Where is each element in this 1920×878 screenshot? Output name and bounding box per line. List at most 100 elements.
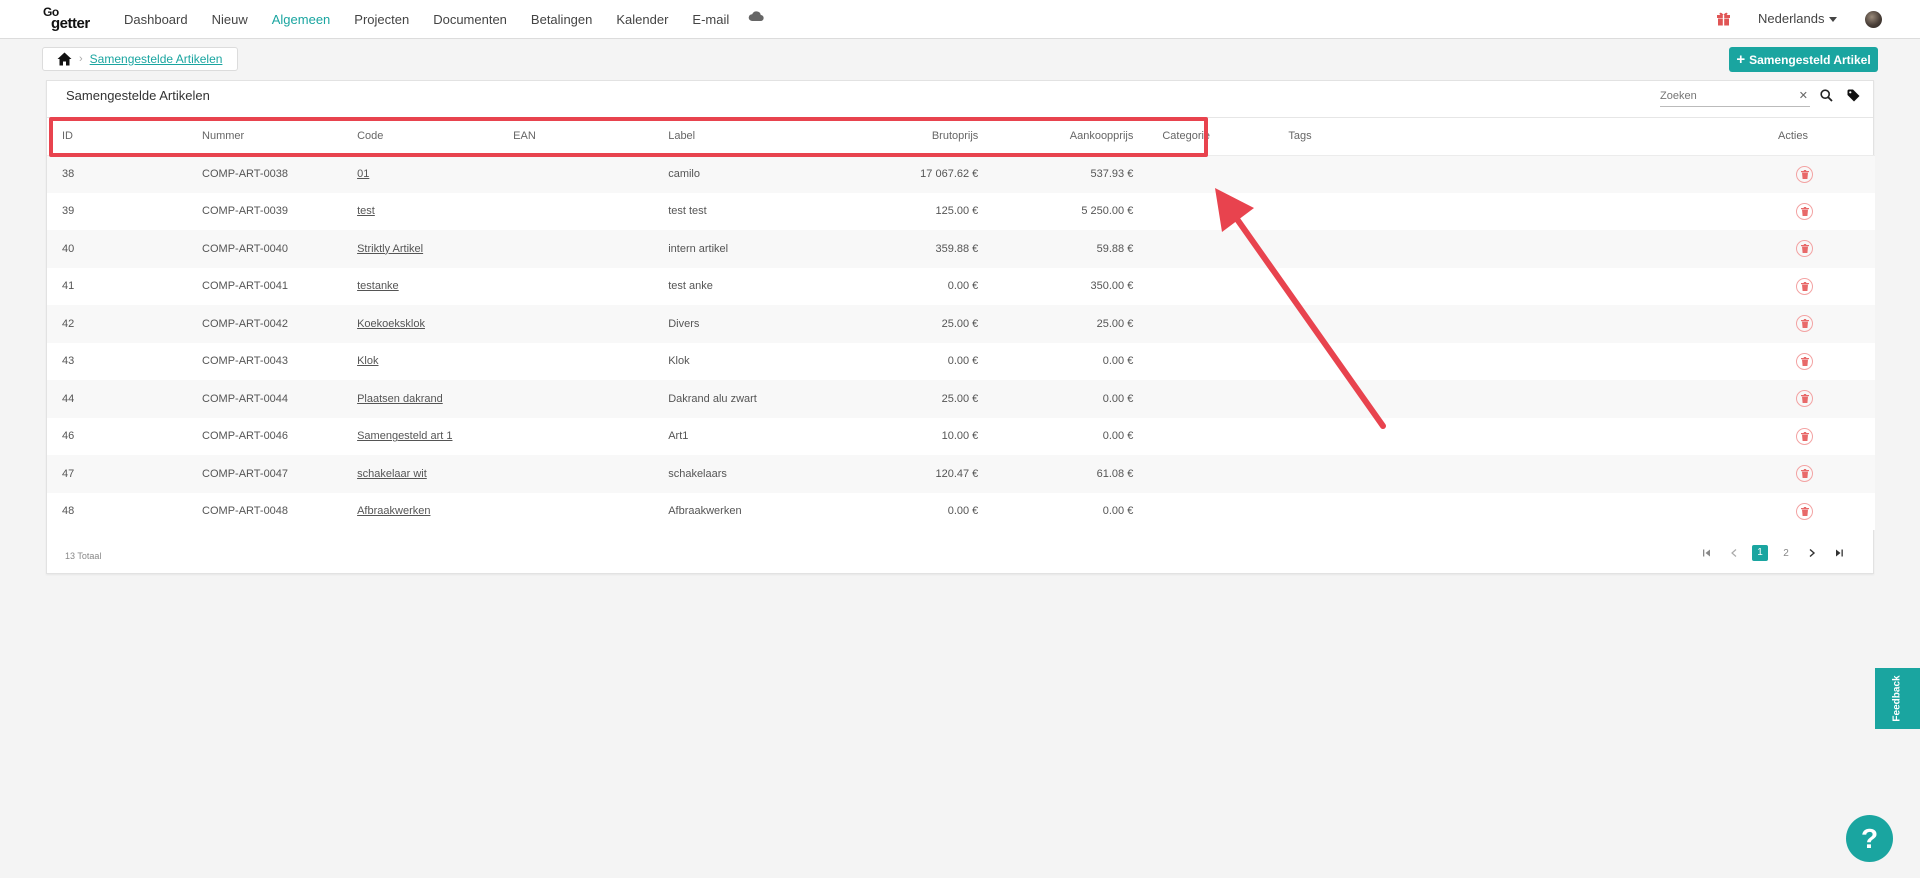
add-samengesteld-artikel-button[interactable]: + Samengesteld Artikel [1729,47,1878,72]
delete-button[interactable] [1796,315,1814,333]
cell-categorie [1133,417,1289,455]
delete-button[interactable] [1796,277,1814,295]
article-code-link[interactable]: 01 [357,168,369,180]
home-icon[interactable] [57,52,72,66]
help-button[interactable]: ? [1846,815,1893,862]
delete-button[interactable] [1796,502,1814,520]
table-row[interactable]: 44 COMP-ART-0044 Plaatsen dakrand Dakrand a… [47,380,1875,418]
cell-id: 44 [47,380,203,418]
cell-nummer: COMP-ART-0039 [202,192,358,230]
cell-label: camilo [668,155,824,193]
cell-categorie [1133,267,1289,305]
table-row[interactable]: 47 COMP-ART-0047 schakelaar wit schakelaars… [47,455,1875,493]
cell-aankoopprijs: 61.08 € [978,455,1134,493]
nav-item-dashboard[interactable]: Dashboard [124,12,188,27]
feedback-tab[interactable]: Feedback [1875,668,1920,729]
gogetter-logo[interactable]: Go getter [43,6,99,32]
first-page-icon[interactable] [1695,548,1721,558]
clear-search-icon[interactable]: ✕ [1799,89,1808,102]
card-title: Samengestelde Artikelen [66,88,210,103]
cell-id: 42 [47,305,203,343]
nav-item-betalingen[interactable]: Betalingen [531,12,592,27]
trash-icon [1800,319,1809,329]
delete-button[interactable] [1796,465,1814,483]
col-header-id[interactable]: ID [47,118,203,156]
cell-brutoprijs: 0.00 € [823,492,979,530]
last-page-icon[interactable] [1825,548,1851,558]
article-code-link[interactable]: Striktly Artikel [357,243,423,255]
feedback-label: Feedback [1892,675,1904,722]
article-code-link[interactable]: Koekoeksklok [357,318,425,330]
cell-id: 38 [47,155,203,193]
table-header-row: ID Nummer Code EAN Label Brutoprijs Aank… [47,118,1875,156]
article-code-link[interactable]: testanke [357,280,399,292]
col-header-code[interactable]: Code [357,118,514,156]
nav-item-algemeen[interactable]: Algemeen [272,12,331,27]
table-row[interactable]: 42 COMP-ART-0042 Koekoeksklok Divers 25.00 €… [47,305,1875,343]
delete-button[interactable] [1796,202,1814,220]
nav-item-projecten[interactable]: Projecten [354,12,409,27]
cell-tags [1288,417,1779,455]
next-page-icon[interactable] [1799,548,1825,558]
cloud-icon[interactable] [748,10,764,22]
cell-code: Koekoeksklok [357,305,514,343]
cell-nummer: COMP-ART-0040 [202,230,358,268]
cell-categorie [1133,230,1289,268]
col-header-tags[interactable]: Tags [1288,118,1779,156]
table-row[interactable]: 38 COMP-ART-0038 01 camilo 17 067.62 €537.93… [47,155,1875,193]
cell-ean [513,230,669,268]
page-1-button[interactable]: 1 [1752,545,1768,561]
nav-item-e-mail[interactable]: E-mail [692,12,729,27]
tag-icon[interactable] [1847,89,1860,102]
table-row[interactable]: 39 COMP-ART-0039 test test test 125.00 €5 25… [47,192,1875,230]
table-row[interactable]: 48 COMP-ART-0048 Afbraakwerken Afbraakwerke… [47,492,1875,530]
trash-icon [1800,206,1809,216]
cell-brutoprijs: 359.88 € [823,230,979,268]
cell-acties [1778,230,1875,268]
breadcrumb-current[interactable]: Samengestelde Artikelen [90,52,223,66]
table-row[interactable]: 46 COMP-ART-0046 Samengesteld art 1 Art1 10.… [47,417,1875,455]
col-header-aankoopprijs[interactable]: Aankoopprijs [978,118,1134,156]
table-row[interactable]: 43 COMP-ART-0043 Klok Klok 0.00 €0.00 € [47,342,1875,380]
trash-icon [1800,356,1809,366]
gift-icon[interactable] [1716,11,1731,26]
user-avatar[interactable] [1865,11,1882,28]
article-code-link[interactable]: Plaatsen dakrand [357,393,443,405]
cell-label: Klok [668,342,824,380]
col-header-categorie[interactable]: Categorie [1133,118,1289,156]
nav-item-nieuw[interactable]: Nieuw [212,12,248,27]
cell-tags [1288,492,1779,530]
cell-code: test [357,192,514,230]
language-selector[interactable]: Nederlands [1758,11,1837,26]
col-header-brutoprijs[interactable]: Brutoprijs [823,118,979,156]
delete-button[interactable] [1796,352,1814,370]
search-input[interactable] [1660,87,1788,105]
search-icon[interactable] [1820,89,1833,102]
col-header-label[interactable]: Label [668,118,824,156]
nav-item-documenten[interactable]: Documenten [433,12,507,27]
article-code-link[interactable]: Afbraakwerken [357,505,430,517]
trash-icon [1800,506,1809,516]
table-row[interactable]: 41 COMP-ART-0041 testanke test anke 0.00 €35… [47,267,1875,305]
page-2-button[interactable]: 2 [1773,548,1799,559]
col-header-ean[interactable]: EAN [513,118,669,156]
prev-page-icon[interactable] [1721,548,1747,558]
cell-categorie [1133,455,1289,493]
delete-button[interactable] [1796,427,1814,445]
cell-nummer: COMP-ART-0043 [202,342,358,380]
cell-categorie [1133,155,1289,193]
cell-brutoprijs: 17 067.62 € [823,155,979,193]
article-code-link[interactable]: schakelaar wit [357,468,427,480]
col-header-nummer[interactable]: Nummer [202,118,358,156]
plus-icon: + [1736,51,1746,68]
delete-button[interactable] [1796,165,1814,183]
logo-text-getter: getter [51,15,90,32]
delete-button[interactable] [1796,390,1814,408]
cell-label: test anke [668,267,824,305]
delete-button[interactable] [1796,240,1814,258]
article-code-link[interactable]: Samengesteld art 1 [357,430,452,442]
article-code-link[interactable]: Klok [357,355,378,367]
nav-item-kalender[interactable]: Kalender [616,12,668,27]
table-row[interactable]: 40 COMP-ART-0040 Striktly Artikel intern ar… [47,230,1875,268]
article-code-link[interactable]: test [357,205,375,217]
